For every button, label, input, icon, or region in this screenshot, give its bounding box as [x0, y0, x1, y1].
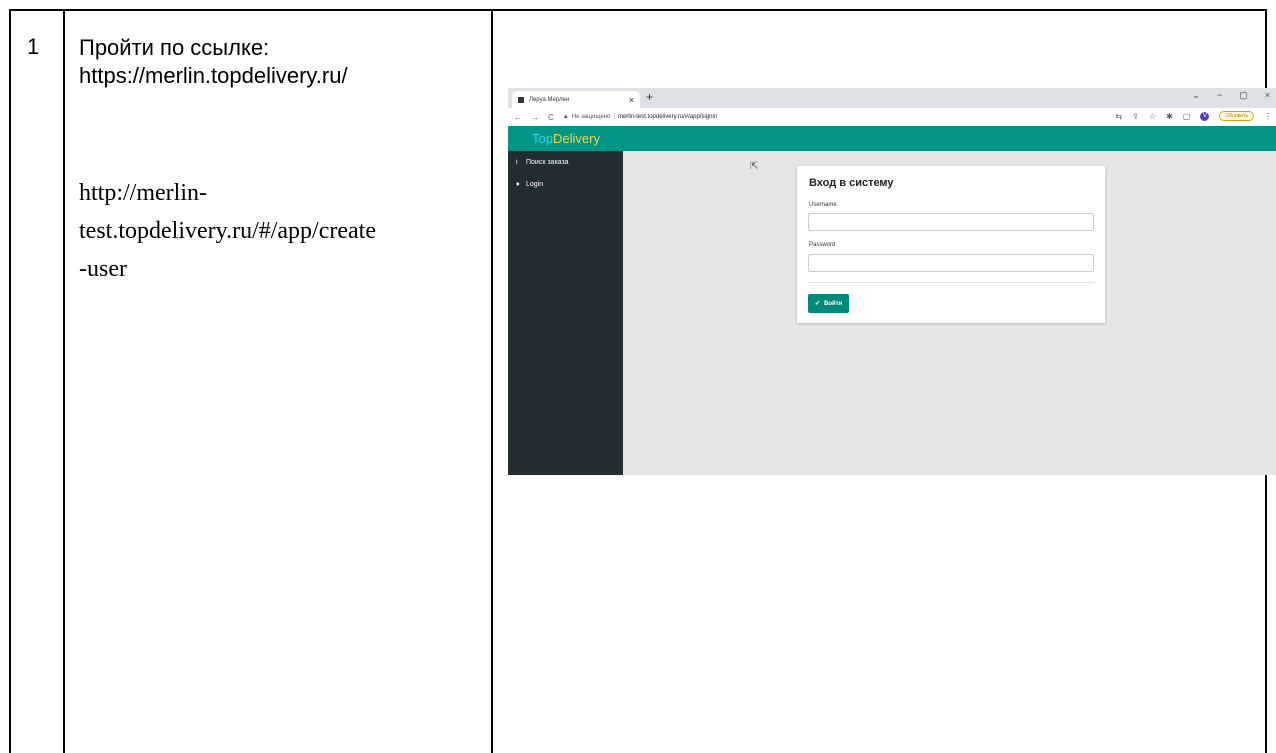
bookmark-star-icon[interactable]: ☆ [1149, 112, 1156, 121]
alt-url: http://merlin- test.topdelivery.ru/#/app… [79, 174, 479, 288]
login-button[interactable]: ✔ Войти [808, 294, 850, 313]
brand-logo[interactable]: Top Delivery [508, 126, 624, 151]
extensions-icon[interactable]: ✱ [1166, 112, 1173, 121]
window-controls: ⌄ − ▢ × [1192, 90, 1276, 101]
app-header: Top Delivery [508, 126, 1276, 151]
omnibox[interactable]: ▲ Не защищено | merlin-test.topdelivery.… [563, 114, 717, 120]
step-number: 1 [27, 34, 40, 59]
instruction-text: Пройти по ссылке: [79, 35, 270, 60]
login-title: Вход в систему [809, 177, 894, 189]
tab-title: Леруа Мерлен [529, 96, 570, 103]
profile-avatar[interactable]: V [1200, 111, 1210, 121]
username-label: Username [809, 202, 837, 208]
alt-url-line: http://merlin- [79, 180, 207, 206]
alt-url-line: test.topdelivery.ru/#/app/create [79, 218, 376, 244]
browser-tab-bar: Леруа Мерлен × + ⌄ − ▢ × [508, 88, 1276, 108]
user-icon: ♦ [516, 180, 520, 188]
check-circle-icon: ✔ [815, 301, 821, 307]
back-icon[interactable]: ← [514, 113, 522, 122]
url-text: merlin-test.topdelivery.ru/#/app/signin [617, 114, 718, 120]
password-label: Password [809, 242, 836, 248]
reload-icon[interactable]: C [548, 113, 554, 122]
login-form: Вход в систему Username Password ✔ Войти [797, 166, 1105, 323]
url-separator: | [613, 114, 615, 120]
nav-buttons: ← → C [514, 113, 554, 122]
warning-icon: ▲ [562, 114, 569, 120]
close-tab-icon[interactable]: × [629, 95, 634, 105]
form-divider [808, 282, 1094, 283]
close-window-icon[interactable]: × [1265, 90, 1270, 101]
mouse-cursor-icon: ⇱ [750, 161, 759, 172]
alt-url-line: -user [79, 256, 127, 282]
table-column-divider [491, 9, 493, 753]
username-field[interactable] [808, 213, 1094, 231]
instruction-link: https://merlin.topdelivery.ru/ [79, 63, 348, 88]
table-column-divider [63, 9, 65, 753]
menu-icon[interactable]: ⋮ [1264, 112, 1272, 121]
login-button-label: Войти [824, 300, 843, 307]
info-icon: i [516, 158, 518, 166]
brand-part: Top [532, 131, 553, 146]
address-bar: ← → C ▲ Не защищено | merlin-test.topdel… [508, 108, 1276, 127]
tab-search-icon[interactable]: ⌄ [1192, 90, 1200, 101]
favicon-icon [518, 96, 524, 103]
share-icon[interactable]: ⇪ [1132, 112, 1139, 121]
sidebar-item-label: Поиск заказа [526, 158, 569, 166]
embedded-browser-screenshot: Леруа Мерлен × + ⌄ − ▢ × ← → C ▲ Не защи… [508, 88, 1276, 475]
password-field[interactable] [808, 254, 1094, 272]
translate-icon[interactable]: ⇆ [1116, 112, 1123, 121]
forward-icon[interactable]: → [531, 113, 539, 122]
browser-tab[interactable]: Леруа Мерлен × [512, 91, 640, 108]
step-instruction: Пройти по ссылке: https://merlin.topdeli… [79, 34, 348, 90]
maximize-icon[interactable]: ▢ [1239, 90, 1248, 101]
update-button[interactable]: Обновить [1219, 111, 1254, 121]
brand-part: Delivery [553, 131, 600, 146]
app-sidebar: i Поиск заказа ♦ Login [508, 151, 623, 475]
side-panel-icon[interactable]: ▢ [1183, 112, 1191, 121]
sidebar-item-label: Login [526, 180, 544, 188]
browser-toolbar: ⇆ ⇪ ☆ ✱ ▢ V Обновить ⋮ [1116, 111, 1272, 121]
sidebar-item-login[interactable]: ♦ Login [508, 173, 623, 195]
new-tab-icon[interactable]: + [646, 90, 653, 104]
app-content: ⇱ Вход в систему Username Password ✔ Вой… [623, 151, 1276, 475]
sidebar-item-order-search[interactable]: i Поиск заказа [508, 151, 623, 173]
security-warning: Не защищено [571, 114, 611, 120]
minimize-icon[interactable]: − [1217, 90, 1222, 101]
